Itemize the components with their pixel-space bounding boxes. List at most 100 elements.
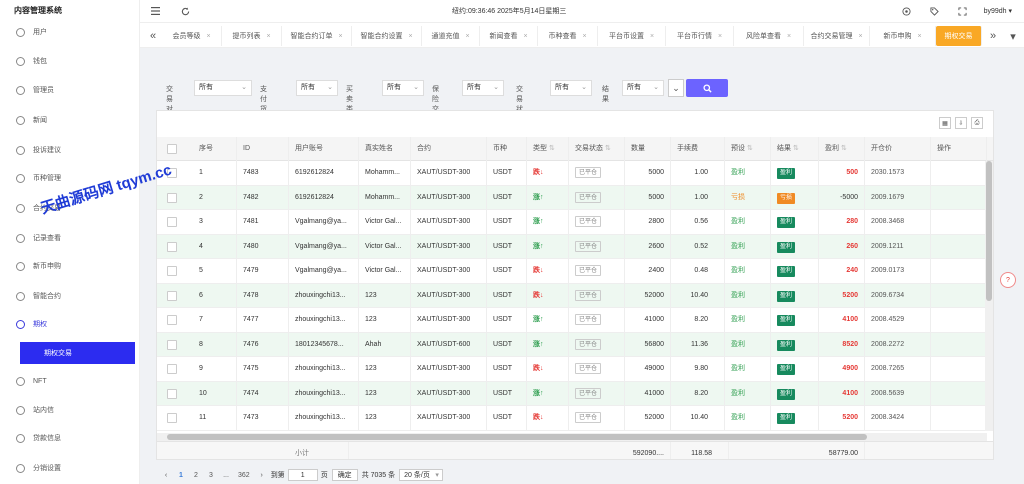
page-number[interactable]: 3 [205, 469, 217, 481]
sidebar-item[interactable]: 期权 [0, 313, 139, 335]
table-row[interactable]: 1 7483 6192612824 Mohamm... XAUT/USDT-300 USD… [157, 161, 993, 186]
sort-icon[interactable]: ⇅ [549, 145, 555, 152]
filter-select[interactable]: 所有 ⌄ [622, 80, 664, 96]
row-checkbox[interactable] [167, 217, 177, 227]
columns-icon[interactable]: ▦ [939, 117, 951, 129]
print-icon[interactable]: ⎙ [971, 117, 983, 129]
sidebar-item[interactable]: 投诉建议 [0, 139, 139, 161]
table-row[interactable]: 10 7474 zhouxingchi13... 123 XAUT/USDT-300 US… [157, 381, 993, 406]
tab[interactable]: 风险单查看 × [734, 26, 804, 46]
page-size-select[interactable]: 20 条/页 ▾ [399, 469, 443, 481]
close-icon[interactable]: × [858, 33, 862, 40]
search-button[interactable] [686, 79, 728, 97]
close-icon[interactable]: × [206, 33, 210, 40]
close-icon[interactable]: × [787, 33, 791, 40]
menu-toggle-icon[interactable] [148, 4, 162, 18]
table-row[interactable]: 4 7480 Vgalmang@ya... Victor Gal... XAUT/USD… [157, 234, 993, 259]
select-all-checkbox[interactable] [167, 144, 177, 154]
tabs-scroll-left-icon[interactable]: « [146, 23, 160, 49]
prev-page-button[interactable]: ‹ [160, 469, 172, 481]
floating-help-icon[interactable]: ? [1000, 272, 1016, 288]
table-row[interactable]: 6 7478 zhouxingchi13... 123 XAUT/USDT-300 USD… [157, 283, 993, 308]
row-checkbox[interactable] [167, 241, 177, 252]
tab[interactable]: 提币列表 × [222, 26, 282, 46]
close-icon[interactable]: × [650, 33, 654, 40]
row-checkbox[interactable] [167, 315, 177, 325]
page-number[interactable]: 362 [235, 469, 253, 481]
page-number[interactable]: 2 [190, 469, 202, 481]
row-checkbox[interactable] [167, 192, 177, 203]
sidebar-item[interactable]: 新币申购 [0, 255, 139, 277]
tab[interactable]: 智能合约订单 × [282, 26, 352, 46]
page-number[interactable]: 1 [175, 469, 187, 481]
tab[interactable]: 新闻查看 × [480, 26, 538, 46]
table-row[interactable]: 5 7479 Vgalmang@ya... Victor Gal... XAUT/USD… [157, 259, 993, 284]
sidebar-item[interactable]: 用户 [0, 21, 139, 43]
export-icon[interactable]: ⇩ [955, 117, 967, 129]
row-checkbox[interactable] [167, 339, 177, 350]
goto-page-input[interactable]: 1 [287, 469, 318, 481]
row-checkbox[interactable] [167, 266, 177, 276]
sidebar-item[interactable]: 站内信 [0, 399, 139, 421]
table-row[interactable]: 11 7473 zhouxingchi13... 123 XAUT/USDT-300 US… [157, 406, 993, 431]
close-icon[interactable]: × [465, 33, 469, 40]
scrollbar-thumb[interactable] [986, 161, 992, 301]
table-row[interactable]: 8 7476 18012345678... Ahah XAUT/USDT-600 USDT… [157, 332, 993, 357]
filter-select[interactable]: 所有 ⌄ [462, 80, 504, 96]
close-icon[interactable]: × [338, 33, 342, 40]
scrollbar-thumb[interactable] [167, 434, 867, 440]
sidebar-item[interactable]: 智能合约 [0, 285, 139, 307]
column-header[interactable]: 类型 ⇅ [527, 137, 569, 161]
sort-icon[interactable]: ⇅ [841, 145, 847, 152]
refresh-icon[interactable] [178, 4, 192, 18]
close-icon[interactable]: × [408, 33, 412, 40]
goto-confirm-button[interactable]: 确定 [331, 469, 358, 481]
close-icon[interactable]: × [582, 33, 586, 40]
row-checkbox[interactable] [167, 413, 177, 423]
sort-icon[interactable]: ⇅ [747, 145, 753, 152]
column-header[interactable]: 结果 ⇅ [771, 137, 819, 161]
close-icon[interactable]: × [917, 33, 921, 40]
sidebar-item[interactable]: 记录查看 [0, 227, 139, 249]
close-icon[interactable]: × [718, 33, 722, 40]
theme-icon[interactable] [900, 4, 914, 18]
column-header[interactable]: 盈利 ⇅ [819, 137, 865, 161]
row-checkbox[interactable] [167, 388, 177, 399]
table-row[interactable]: 7 7477 zhouxingchi13... 123 XAUT/USDT-300 USD… [157, 308, 993, 333]
filter-select[interactable]: 所有 ⌄ [194, 80, 252, 96]
column-header[interactable]: 预设 ⇅ [725, 137, 771, 161]
sidebar-item[interactable]: 新闻 [0, 109, 139, 131]
fullscreen-icon[interactable] [956, 4, 970, 18]
tab[interactable]: 平台币设置 × [598, 26, 666, 46]
column-header[interactable]: 交易状态 ⇅ [569, 137, 625, 161]
row-checkbox[interactable] [167, 364, 177, 374]
tabs-scroll-right-icon[interactable]: » [986, 23, 1000, 49]
close-icon[interactable]: × [523, 33, 527, 40]
tab[interactable]: 期权交易 [936, 26, 982, 46]
sidebar-item[interactable]: NFT [0, 370, 139, 392]
user-menu[interactable]: by99dh ▾ [984, 7, 1012, 15]
sidebar-item[interactable]: 管理员 [0, 79, 139, 101]
tab[interactable]: 合约交易管理 × [804, 26, 870, 46]
sidebar-item[interactable]: 钱包 [0, 50, 139, 72]
tab[interactable]: 通道充值 × [422, 26, 480, 46]
tab[interactable]: 会员等级 × [162, 26, 222, 46]
table-row[interactable]: 9 7475 zhouxingchi13... 123 XAUT/USDT-300 USD… [157, 357, 993, 382]
close-icon[interactable]: × [266, 33, 270, 40]
tab[interactable]: 平台币行情 × [666, 26, 734, 46]
filter-select[interactable]: 所有 ⌄ [550, 80, 592, 96]
sidebar-item[interactable]: 贷款信息 [0, 427, 139, 449]
tab[interactable]: 币种查看 × [538, 26, 598, 46]
sidebar-subitem-option-trading[interactable]: 期权交易 [20, 342, 135, 364]
row-checkbox[interactable] [167, 290, 177, 301]
sort-icon[interactable]: ⇅ [605, 145, 611, 152]
filter-select[interactable]: 所有 ⌄ [382, 80, 424, 96]
tab[interactable]: 智能合约设置 × [352, 26, 422, 46]
table-row[interactable]: 2 7482 6192612824 Mohamm... XAUT/USDT-300 USD… [157, 185, 993, 210]
tag-icon[interactable] [928, 4, 942, 18]
vertical-scrollbar[interactable] [985, 161, 993, 431]
filter-select[interactable]: 所有 ⌄ [296, 80, 338, 96]
tabs-menu-icon[interactable]: ▾ [1006, 23, 1020, 49]
table-row[interactable]: 3 7481 Vgalmang@ya... Victor Gal... XAUT/USD… [157, 210, 993, 235]
sort-icon[interactable]: ⇅ [793, 145, 799, 152]
